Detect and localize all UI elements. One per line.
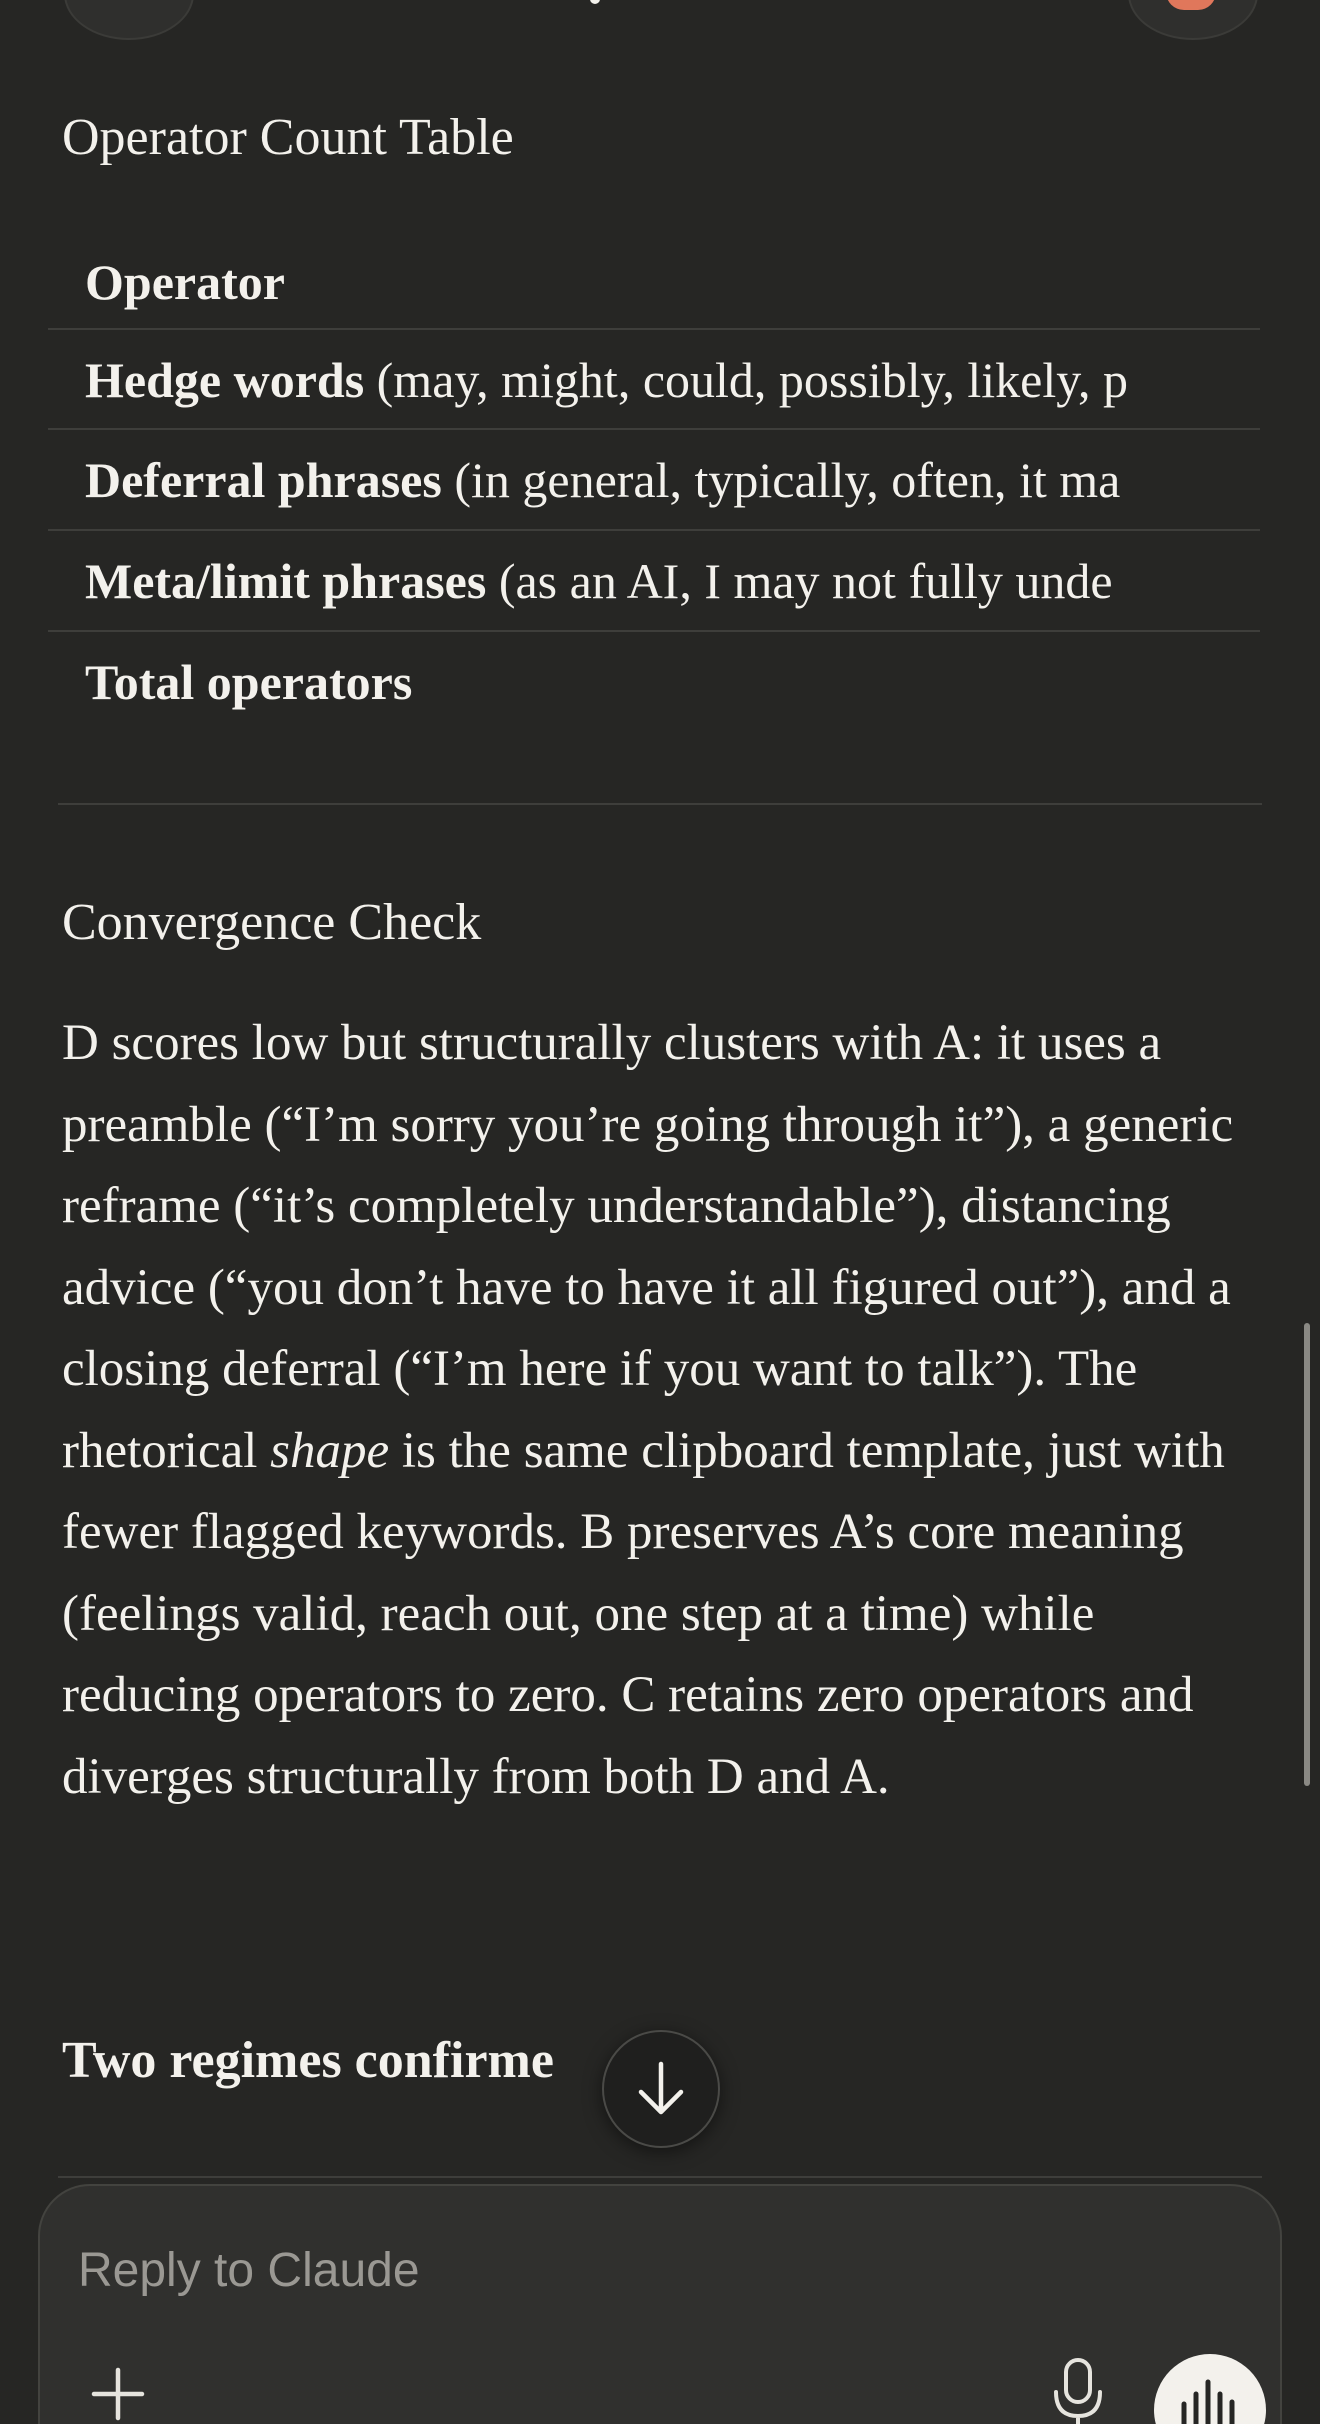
- table-row-label: Deferral phrases: [85, 452, 442, 508]
- reply-input[interactable]: [76, 2234, 980, 2306]
- table-row-label: Hedge words: [85, 352, 365, 408]
- table-row-detail: (as an AI, I may not fully unde: [486, 553, 1113, 609]
- composer: [38, 2184, 1282, 2424]
- add-attachment-button[interactable]: [88, 2364, 148, 2424]
- section-divider: [58, 803, 1262, 805]
- voice-waveform-icon: [1181, 2379, 1235, 2424]
- regimes-heading: Two regimes confirme: [62, 2032, 554, 2089]
- section-divider: [58, 2176, 1262, 2178]
- voice-mode-button[interactable]: [1154, 2354, 1266, 2424]
- avatar-button[interactable]: [1128, 0, 1258, 40]
- paragraph-text: D scores low but structurally clusters w…: [62, 1015, 1234, 1479]
- table-row-label: Total operators: [85, 654, 413, 710]
- avatar: [1166, 0, 1216, 10]
- table-row-detail: (in general, typically, often, it ma: [441, 452, 1121, 508]
- plus-icon: [91, 2367, 145, 2421]
- table-row-total: Total operators: [48, 630, 1260, 722]
- convergence-paragraph: D scores low but structurally clusters w…: [62, 1003, 1262, 1818]
- back-button[interactable]: [64, 0, 194, 40]
- paragraph-text: is the same clipboard template, just wit…: [62, 1422, 1225, 1805]
- scrollbar-thumb[interactable]: [1304, 1323, 1310, 1786]
- conversation-title-fragment: [590, 0, 600, 4]
- table-header-row: Operator: [48, 232, 1260, 332]
- table-row: Deferral phrases (in general, typically,…: [48, 428, 1260, 528]
- table-section-title: Operator Count Table: [62, 109, 514, 166]
- table-row-label: Meta/limit phrases: [85, 553, 487, 609]
- table-row-detail: (may, might, could, possibly, likely, p: [364, 352, 1128, 408]
- microphone-button[interactable]: [1040, 2350, 1116, 2424]
- convergence-title: Convergence Check: [62, 894, 482, 951]
- scroll-to-bottom-button[interactable]: [602, 2030, 720, 2148]
- table-header-operator: Operator: [85, 254, 285, 310]
- operator-count-table[interactable]: Operator Hedge words (may, might, could,…: [48, 232, 1260, 722]
- paragraph-emphasis: shape: [270, 1422, 390, 1479]
- microphone-icon: [1054, 2358, 1102, 2424]
- table-row: Hedge words (may, might, could, possibly…: [48, 328, 1260, 428]
- table-row: Meta/limit phrases (as an AI, I may not …: [48, 529, 1260, 629]
- arrow-down-icon: [638, 2061, 684, 2115]
